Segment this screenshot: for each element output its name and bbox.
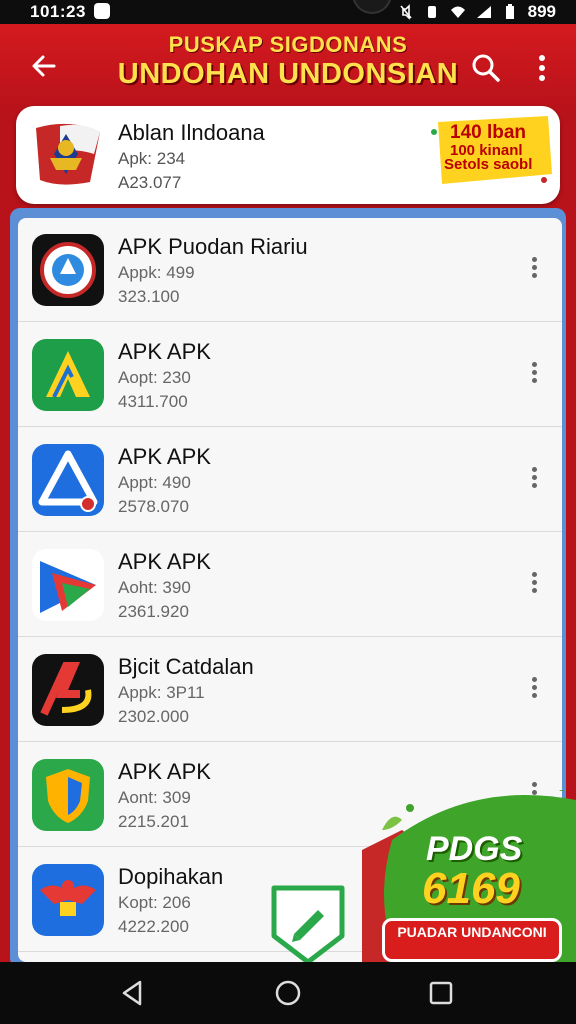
- app-size: 2302.000: [118, 707, 189, 726]
- red-a-logo-icon: [32, 654, 104, 726]
- app-version: Aoht: 390: [118, 578, 191, 597]
- more-vert-icon[interactable]: [526, 464, 542, 494]
- app-name: APK APK: [118, 759, 211, 784]
- battery-level: 899: [527, 2, 556, 21]
- app-version: Aont: 309: [118, 788, 191, 807]
- list-item[interactable]: APK APK Aoht: 390 2361.920: [18, 533, 562, 637]
- search-icon[interactable]: [470, 52, 502, 84]
- app-version: Aopt: 230: [118, 368, 191, 387]
- list-item[interactable]: Bjcit Catdalan Appk: 3P11 2302.000: [18, 638, 562, 742]
- back-nav-icon[interactable]: [118, 978, 148, 1008]
- badge-line1: 140 lban: [450, 122, 527, 143]
- garuda-flag-icon: [36, 123, 100, 185]
- promo-number: 6169: [422, 864, 520, 913]
- notification-icon: [94, 3, 110, 19]
- app-size: 4311.700: [118, 392, 188, 411]
- list-item[interactable]: APK APK Appt: 490 2578.070: [18, 428, 562, 532]
- app-size: 2361.920: [118, 602, 189, 621]
- app-name: APK APK: [118, 444, 211, 469]
- more-vert-icon[interactable]: [526, 254, 542, 284]
- featured-app-name: Ablan Ilndoana: [118, 120, 265, 145]
- app-name: APK APK: [118, 339, 211, 364]
- camera-cutout: [352, 0, 392, 14]
- shield-icon: [32, 759, 104, 831]
- app-name: Bjcit Catdalan: [118, 654, 254, 679]
- app-version: Appt: 490: [118, 473, 191, 492]
- more-vert-icon[interactable]: [526, 359, 542, 389]
- app-name: Dopihakan: [118, 864, 224, 889]
- status-icons: 899: [398, 2, 556, 22]
- edit-fab-icon[interactable]: [270, 884, 346, 964]
- vibrate-icon: [427, 6, 436, 18]
- app-version: Appk: 499: [118, 263, 195, 282]
- app-size: 323.100: [118, 287, 180, 306]
- recents-nav-icon[interactable]: [426, 978, 456, 1008]
- garuda-icon: [32, 864, 104, 936]
- promo-badge[interactable]: 140 lban 100 kinanl Setols saobl: [428, 114, 554, 188]
- badge-line3: Setols saobl: [444, 156, 533, 173]
- featured-app-card[interactable]: Ablan Ilndoana Apk: 234 A23.077 140 lban…: [16, 106, 560, 204]
- list-item[interactable]: APK Puodan Riariu Appk: 499 323.100: [18, 218, 562, 322]
- promo-button[interactable]: PUADAR UNDANCONI: [382, 918, 562, 962]
- promo-banner[interactable]: PDGS 6169 PUADAR UNDANCONI: [362, 790, 576, 970]
- signal-icon: [476, 6, 491, 18]
- app-size: 4222.200: [118, 917, 189, 936]
- app-size: 2215.201: [118, 812, 189, 831]
- app-name: APK APK: [118, 549, 211, 574]
- app-version: Kopt: 206: [118, 893, 191, 912]
- more-vert-icon[interactable]: [526, 569, 542, 599]
- featured-app-size: A23.077: [118, 173, 182, 192]
- list-item[interactable]: APK APK Aopt: 230 4311.700: [18, 323, 562, 427]
- blue-circle-emblem-icon: [32, 234, 104, 306]
- app-bar: PUSKAP SIGDONANS UNDOHAN UNDONSIAN: [0, 24, 576, 112]
- wifi-icon: [450, 6, 465, 18]
- app-version: Appk: 3P11: [118, 683, 205, 702]
- app-name: APK Puodan Riariu: [118, 234, 308, 259]
- blue-triangle-icon: [32, 444, 104, 516]
- more-vert-icon[interactable]: [526, 674, 542, 704]
- status-time: 101:23: [30, 2, 86, 21]
- mute-icon: [400, 4, 412, 20]
- colorful-triangle-icon: [32, 549, 104, 621]
- navigation-bar: [0, 962, 576, 1024]
- more-options-icon[interactable]: [530, 52, 554, 84]
- featured-app-version: Apk: 234: [118, 149, 186, 168]
- battery-icon: [505, 4, 514, 19]
- home-nav-icon[interactable]: [273, 978, 303, 1008]
- yellow-arrow-icon: [32, 339, 104, 411]
- status-bar: 101:23 899: [0, 0, 576, 24]
- app-size: 2578.070: [118, 497, 189, 516]
